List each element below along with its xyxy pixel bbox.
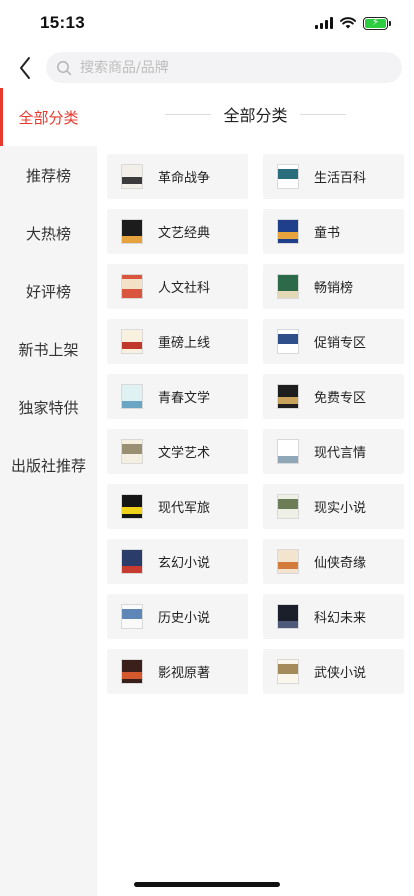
sidebar-item-recommended[interactable]: 推荐榜 — [0, 146, 97, 204]
book-cover-thumbnail — [121, 494, 143, 519]
back-button[interactable] — [12, 52, 38, 84]
category-label: 仙侠奇缘 — [314, 556, 367, 571]
category-grid: 革命战争 生活百科文艺经典 童书人文社科 畅销榜重磅上线 促销专区青春文学 免费专区文学艺… — [107, 154, 404, 694]
section-header: 全部分类 — [97, 88, 414, 140]
category-item[interactable]: 促销专区 — [263, 319, 404, 364]
category-label: 现实小说 — [314, 501, 367, 516]
book-cover-thumbnail — [277, 164, 299, 189]
category-item[interactable]: 文学艺术 — [107, 429, 248, 474]
sidebar-item-all[interactable]: 全部分类 — [0, 88, 97, 146]
category-item[interactable]: 影视原著 — [107, 649, 248, 694]
signal-icon — [315, 17, 333, 29]
sidebar-item-label: 推荐榜 — [25, 166, 71, 185]
category-label: 影视原著 — [158, 666, 211, 681]
book-cover-thumbnail — [121, 274, 143, 299]
book-cover-thumbnail — [121, 329, 143, 354]
category-label: 现代言情 — [314, 446, 367, 461]
category-label: 重磅上线 — [158, 336, 211, 351]
category-item[interactable]: 人文社科 — [107, 264, 248, 309]
wifi-icon — [340, 17, 356, 29]
category-item[interactable]: 生活百科 — [263, 154, 404, 199]
category-label: 武侠小说 — [314, 666, 367, 681]
divider-line — [299, 113, 346, 115]
book-cover-thumbnail — [277, 384, 299, 409]
book-cover-thumbnail — [277, 219, 299, 244]
home-indicator — [134, 882, 280, 887]
book-cover-thumbnail — [277, 329, 299, 354]
battery-charging-icon: ⚡ — [363, 16, 391, 30]
book-cover-thumbnail — [277, 274, 299, 299]
sidebar-item-new-arrivals[interactable]: 新书上架 — [0, 320, 97, 378]
status-bar: 15:13 ⚡ — [0, 0, 414, 46]
category-label: 青春文学 — [158, 391, 211, 406]
status-time: 15:13 — [40, 13, 85, 32]
book-cover-thumbnail — [121, 219, 143, 244]
category-item[interactable]: 现代言情 — [263, 429, 404, 474]
category-label: 现代军旅 — [158, 501, 211, 516]
category-label: 革命战争 — [158, 171, 211, 186]
book-cover-thumbnail — [277, 659, 299, 684]
category-item[interactable]: 武侠小说 — [263, 649, 404, 694]
category-item[interactable]: 革命战争 — [107, 154, 248, 199]
sidebar-item-label: 好评榜 — [25, 282, 71, 301]
category-item[interactable]: 童书 — [263, 209, 404, 254]
divider-line — [165, 113, 212, 115]
sidebar-item-publisher[interactable]: 出版社推荐 — [0, 436, 97, 494]
book-cover-thumbnail — [121, 659, 143, 684]
section-title: 全部分类 — [223, 106, 288, 125]
sidebar-item-hot[interactable]: 大热榜 — [0, 204, 97, 262]
book-cover-thumbnail — [121, 384, 143, 409]
search-header — [0, 46, 414, 90]
book-cover-thumbnail — [121, 549, 143, 574]
category-item[interactable]: 免费专区 — [263, 374, 404, 419]
category-content: 全部分类 革命战争 生活百科文艺经典 童书人文社科 畅销榜重磅上线 促销专区青春文学 免费… — [97, 88, 414, 896]
search-icon — [56, 60, 72, 76]
category-item[interactable]: 历史小说 — [107, 594, 248, 639]
search-bar[interactable] — [46, 52, 402, 83]
category-label: 生活百科 — [314, 171, 367, 186]
category-label: 促销专区 — [314, 336, 367, 351]
sidebar-item-label: 独家特供 — [18, 398, 79, 417]
status-icons: ⚡ — [315, 15, 391, 31]
category-label: 文学艺术 — [158, 446, 211, 461]
sidebar-item-label: 大热榜 — [25, 224, 71, 243]
category-item[interactable]: 现实小说 — [263, 484, 404, 529]
category-label: 科幻未来 — [314, 611, 367, 626]
search-input[interactable] — [80, 59, 370, 76]
category-item[interactable]: 仙侠奇缘 — [263, 539, 404, 584]
sidebar-item-top-rated[interactable]: 好评榜 — [0, 262, 97, 320]
book-cover-thumbnail — [277, 494, 299, 519]
category-label: 文艺经典 — [158, 226, 211, 241]
category-label: 玄幻小说 — [158, 556, 211, 571]
category-sidebar: 全部分类 推荐榜 大热榜 好评榜 新书上架 独家特供 出版社推荐 — [0, 88, 97, 896]
book-cover-thumbnail — [277, 549, 299, 574]
chevron-left-icon — [20, 57, 30, 79]
category-label: 人文社科 — [158, 281, 211, 296]
category-label: 历史小说 — [158, 611, 211, 626]
category-item[interactable]: 文艺经典 — [107, 209, 248, 254]
book-cover-thumbnail — [121, 439, 143, 464]
sidebar-item-label: 出版社推荐 — [10, 456, 86, 475]
category-item[interactable]: 重磅上线 — [107, 319, 248, 364]
book-cover-thumbnail — [121, 604, 143, 629]
category-item[interactable]: 玄幻小说 — [107, 539, 248, 584]
sidebar-item-exclusive[interactable]: 独家特供 — [0, 378, 97, 436]
category-item[interactable]: 现代军旅 — [107, 484, 248, 529]
category-label: 畅销榜 — [314, 281, 354, 296]
book-cover-thumbnail — [277, 439, 299, 464]
category-label: 童书 — [314, 226, 341, 241]
book-cover-thumbnail — [277, 604, 299, 629]
category-item[interactable]: 科幻未来 — [263, 594, 404, 639]
sidebar-item-label: 新书上架 — [18, 340, 79, 359]
category-item[interactable]: 青春文学 — [107, 374, 248, 419]
category-item[interactable]: 畅销榜 — [263, 264, 404, 309]
sidebar-item-label: 全部分类 — [18, 108, 79, 127]
book-cover-thumbnail — [121, 164, 143, 189]
category-label: 免费专区 — [314, 391, 367, 406]
